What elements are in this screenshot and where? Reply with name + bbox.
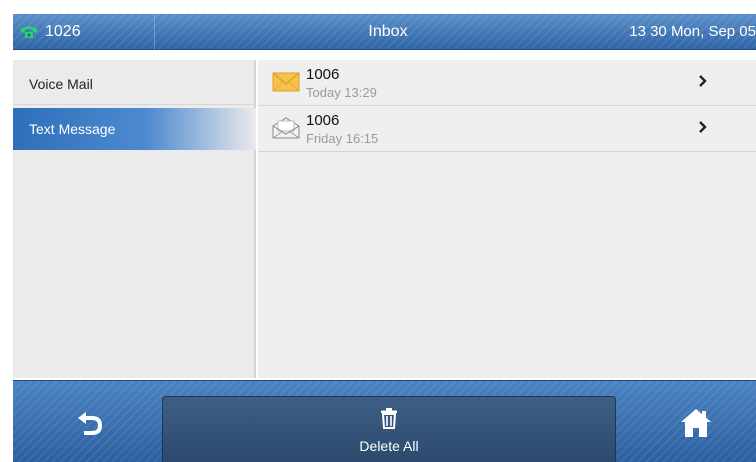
message-sender: 1006	[306, 66, 340, 83]
sidebar-item-label: Voice Mail	[29, 76, 93, 92]
envelope-open-icon	[272, 117, 300, 139]
delete-all-button[interactable]: Delete All	[162, 396, 616, 462]
list-item[interactable]: 1006 Friday 16:15	[258, 106, 756, 152]
account-number: 1026	[45, 23, 81, 40]
trash-icon	[381, 408, 397, 429]
softkey-bar: Delete All	[13, 380, 756, 462]
phone-screen: 1026 Inbox 13 30 Mon, Sep 05 Voice Mail …	[0, 0, 756, 462]
delete-all-label: Delete All	[359, 438, 419, 454]
status-bar: 1026 Inbox 13 30 Mon, Sep 05	[13, 14, 756, 50]
message-time: Friday 16:15	[306, 131, 379, 146]
sidebar-item-voice-mail[interactable]: Voice Mail	[13, 63, 256, 105]
sidebar-item-label: Text Message	[29, 121, 116, 137]
envelope-closed-icon	[272, 72, 300, 92]
back-arrow-icon	[78, 412, 102, 435]
back-button[interactable]	[75, 409, 105, 437]
sidebar: Voice Mail Text Message	[13, 60, 256, 378]
page-title: Inbox	[368, 23, 408, 40]
chevron-right-icon	[699, 121, 707, 133]
phone-handset-icon	[20, 26, 38, 38]
message-time: Today 13:29	[306, 85, 377, 100]
chevron-right-icon	[699, 75, 707, 87]
message-sender: 1006	[306, 112, 340, 129]
message-list: 1006 Today 13:29 1006 Friday 16:15	[258, 60, 756, 378]
home-button[interactable]	[679, 407, 713, 439]
sidebar-item-text-message[interactable]: Text Message	[13, 108, 256, 150]
list-item[interactable]: 1006 Today 13:29	[258, 60, 756, 106]
date-time: 13 30 Mon, Sep 05	[629, 23, 756, 40]
account-indicator: 1026	[13, 14, 155, 50]
home-icon	[681, 409, 711, 437]
